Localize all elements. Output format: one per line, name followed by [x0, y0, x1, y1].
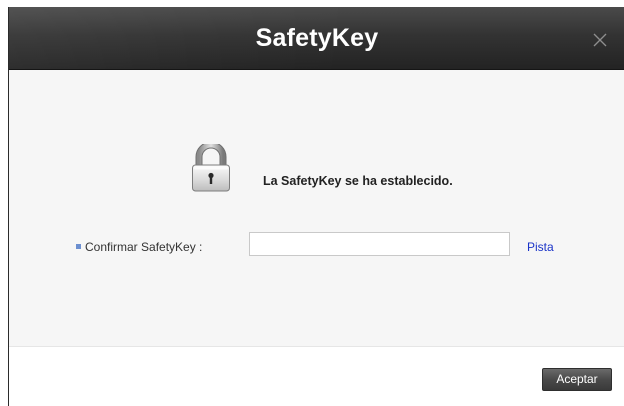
accept-button[interactable]: Aceptar — [542, 368, 612, 391]
close-icon[interactable] — [591, 31, 609, 49]
field-bullet-icon — [76, 244, 81, 249]
dialog-content — [9, 70, 624, 347]
safetykey-dialog: SafetyKey La SafetyKey se ha establecido… — [8, 7, 624, 406]
title-bar: SafetyKey — [9, 7, 624, 70]
dialog-title: SafetyKey — [255, 24, 379, 52]
padlock-icon — [190, 141, 232, 192]
confirm-safetykey-label: Confirmar SafetyKey : — [85, 240, 203, 254]
hint-link[interactable]: Pista — [527, 240, 554, 254]
status-message: La SafetyKey se ha establecido. — [263, 174, 453, 188]
confirm-safetykey-input[interactable] — [249, 232, 510, 256]
